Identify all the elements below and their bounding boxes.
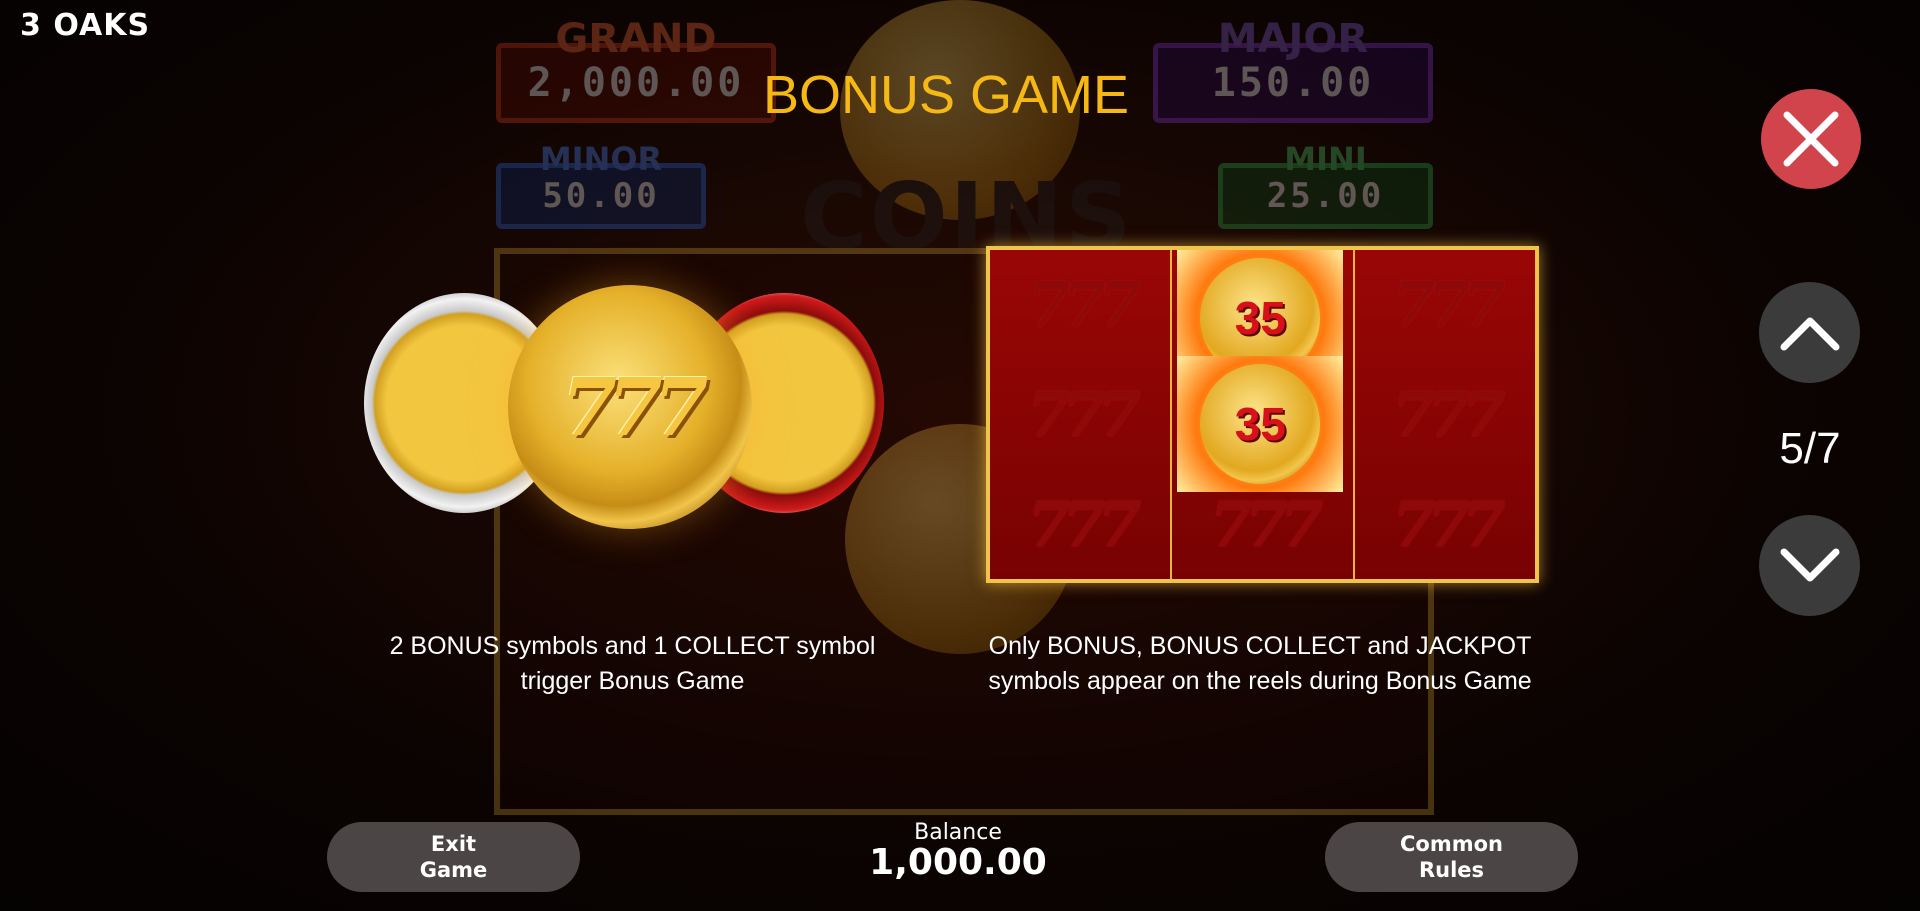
coin-777-mark: 777 [561, 360, 709, 454]
exit-game-button[interactable]: Exit Game [327, 822, 580, 892]
provider-logo: 3 OAKS [20, 8, 151, 43]
jackpot-minor-value: 50.00 [542, 176, 660, 216]
jackpot-major-label: MAJOR [1217, 16, 1369, 62]
chevron-down-icon [1780, 548, 1839, 581]
jackpot-mini: MINI 25.00 [1218, 140, 1433, 229]
reel-cell: 777 [1027, 268, 1140, 342]
common-rules-button[interactable]: Common Rules [1325, 822, 1578, 892]
jackpot-grand-label: GRAND [555, 16, 717, 62]
reel-cell: 777 [1392, 487, 1505, 561]
bonus-reels-illustration: 777 777 777 777 35 35 777 777 777 [986, 246, 1539, 583]
reel-cell: 777 [1392, 268, 1505, 342]
reel-cell: 777 [1392, 378, 1505, 451]
trigger-description: 2 BONUS symbols and 1 COLLECT symbol tri… [389, 632, 876, 695]
page-indicator: 5/7 [1779, 424, 1841, 473]
page-title: BONUS GAME [762, 65, 1130, 125]
close-button[interactable] [1761, 89, 1861, 189]
trigger-symbols-illustration: 777 [360, 285, 900, 545]
chevron-up-icon [1780, 317, 1839, 350]
collect-symbol-gold-coin: 777 [508, 285, 752, 529]
background-game: GRAND 2,000.00 MAJOR 150.00 MINOR 50.00 … [0, 0, 1920, 911]
jackpot-minor: MINOR 50.00 [496, 140, 706, 229]
jackpot-mini-label: MINI [1284, 140, 1367, 178]
reel-1: 777 777 777 [990, 250, 1173, 579]
reel-2: 777 35 35 [1172, 250, 1355, 579]
reel-3: 777 777 777 [1354, 250, 1535, 579]
bonus-reels-description: Only BONUS, BONUS COLLECT and JACKPOT sy… [988, 632, 1532, 695]
previous-page-button[interactable] [1759, 282, 1860, 383]
close-icon [1783, 111, 1839, 167]
reel-cell: 777 [1027, 378, 1140, 451]
balance-value: 1,000.00 [869, 842, 1047, 883]
reel-cell: 777 [1027, 487, 1140, 561]
jackpot-minor-label: MINOR [539, 140, 663, 178]
next-page-button[interactable] [1759, 515, 1860, 616]
jackpot-mini-value: 25.00 [1266, 176, 1385, 216]
bonus-coin-value: 35 [1200, 364, 1321, 484]
bonus-coin-symbol: 35 [1177, 356, 1344, 492]
